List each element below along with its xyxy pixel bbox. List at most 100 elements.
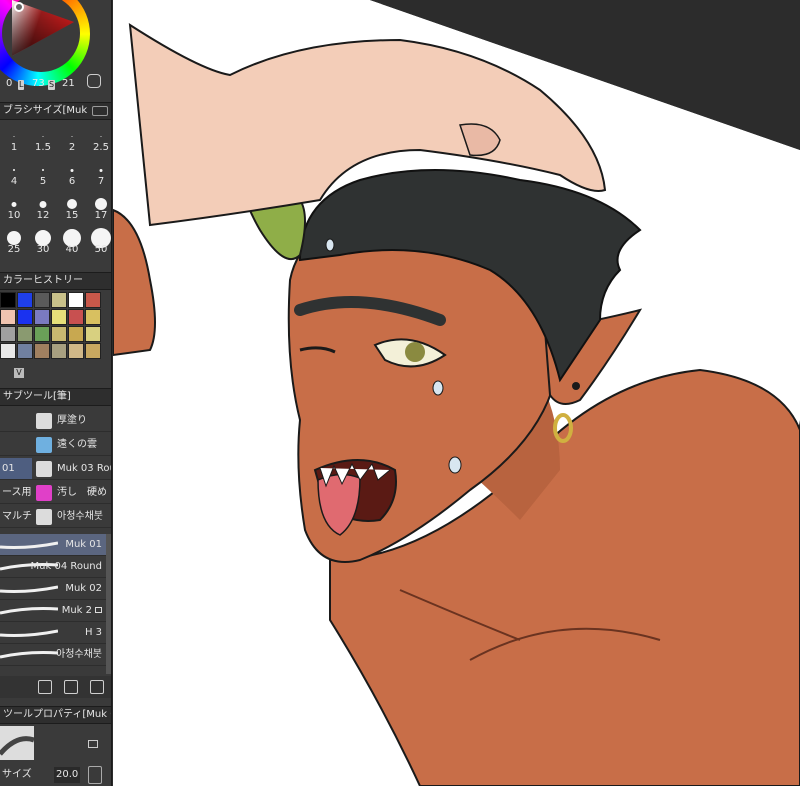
brush-size-cell[interactable]: 25 <box>0 226 28 256</box>
size-label: サイズ <box>2 769 32 780</box>
brush-size-cell[interactable]: 17 <box>87 192 111 222</box>
color-swatch[interactable] <box>34 292 50 308</box>
brush-name-text: Muk 01 <box>65 539 102 550</box>
sub-tool-prefix: マルチ <box>2 511 32 522</box>
brush-size-cell[interactable]: 5 <box>29 158 57 188</box>
size-stepper[interactable] <box>88 766 102 784</box>
sub-tool-prefix <box>0 410 32 431</box>
sweat-drop <box>448 456 462 474</box>
color-swatch[interactable] <box>17 309 33 325</box>
color-swatch[interactable] <box>17 326 33 342</box>
color-swatch[interactable] <box>68 343 84 359</box>
brush-list-item[interactable]: Muk 01 <box>0 534 106 556</box>
brush-size-label: 7 <box>97 176 105 187</box>
brush-name: H 3 <box>85 622 102 644</box>
color-swatch[interactable] <box>68 309 84 325</box>
brush-icon <box>36 461 52 477</box>
brush-size-label: 1.5 <box>35 142 51 153</box>
brush-icon <box>36 509 52 525</box>
brush-size-grid: 1 1.5 2 2.5 4 5 6 7 10 12 15 17 25 30 40 50 <box>0 124 111 264</box>
canvas-area[interactable] <box>113 0 800 786</box>
color-swatch[interactable] <box>17 292 33 308</box>
saturation-value: 73 <box>32 78 45 89</box>
color-swatch[interactable] <box>85 326 101 342</box>
brush-size-label: 5 <box>39 176 47 187</box>
brush-stroke-preview <box>0 651 58 659</box>
color-history-header[interactable]: カラーヒストリー <box>0 272 111 290</box>
wheel-mode-button[interactable] <box>87 74 101 88</box>
brush-size-cell[interactable]: 1.5 <box>29 124 57 154</box>
sub-tool-item[interactable]: 遠くの雲 <box>0 434 111 456</box>
brush-size-label: 10 <box>7 210 21 221</box>
brush-name-text: 아청수채붓 <box>56 649 102 660</box>
brush-size-cell[interactable]: 6 <box>58 158 86 188</box>
brush-size-label: 12 <box>36 210 50 221</box>
brush-dot-icon <box>99 168 103 172</box>
brush-size-label: 15 <box>65 210 79 221</box>
brush-dot-icon <box>42 135 44 137</box>
color-picker-knob[interactable] <box>14 2 24 12</box>
sub-tool-item[interactable]: マルチ 아청수채붓 <box>0 506 111 528</box>
color-swatch[interactable] <box>17 343 33 359</box>
sweat-drop <box>432 380 444 396</box>
brush-size-cell[interactable]: 40 <box>58 226 86 256</box>
color-swatch[interactable] <box>68 292 84 308</box>
brush-list-item[interactable]: Muk 04 Round <box>0 556 106 578</box>
color-swatch[interactable] <box>0 326 16 342</box>
brush-size-label: 40 <box>65 244 79 255</box>
color-swatch[interactable] <box>0 292 16 308</box>
brush-size-cell[interactable]: 50 <box>87 226 111 256</box>
brush-dot-icon <box>13 169 15 171</box>
brush-list-item[interactable]: Muk 2 <box>0 600 106 622</box>
color-swatch[interactable] <box>34 343 50 359</box>
color-swatch[interactable] <box>68 326 84 342</box>
color-swatch[interactable] <box>51 309 67 325</box>
color-swatch[interactable] <box>34 326 50 342</box>
brush-size-label: 2.5 <box>93 142 109 153</box>
illustration <box>113 0 800 786</box>
sub-tool-header[interactable]: サブツール[筆] <box>0 388 111 406</box>
color-swatch[interactable] <box>85 292 101 308</box>
brush-list-item[interactable]: Muk 02 <box>0 578 106 600</box>
brush-size-cell[interactable]: 2.5 <box>87 124 111 154</box>
download-icon[interactable] <box>38 680 52 694</box>
lock-icon[interactable] <box>88 740 98 748</box>
brush-stroke-preview <box>0 629 58 637</box>
color-swatch[interactable] <box>0 309 16 325</box>
sub-tool-item[interactable]: 01 Muk 03 Rou <box>0 458 111 480</box>
color-swatch[interactable] <box>34 309 50 325</box>
color-swatch[interactable] <box>51 326 67 342</box>
color-swatch[interactable] <box>51 343 67 359</box>
brush-size-cell[interactable]: 10 <box>0 192 28 222</box>
earring-stud <box>572 382 580 390</box>
brush-size-cell[interactable]: 1 <box>0 124 28 154</box>
color-swatch[interactable] <box>85 343 101 359</box>
palette-menu-icon[interactable] <box>92 106 108 116</box>
brush-size-cell[interactable]: 15 <box>58 192 86 222</box>
trash-icon[interactable] <box>90 680 104 694</box>
brush-size-cell[interactable]: 12 <box>29 192 57 222</box>
duplicate-icon[interactable] <box>64 680 78 694</box>
color-swatch[interactable] <box>0 343 16 359</box>
brush-size-title: ブラシサイズ[Muk <box>3 105 88 116</box>
brush-stroke-preview <box>0 585 58 593</box>
brush-list-scrollbar[interactable] <box>106 534 111 674</box>
brush-icon <box>36 413 52 429</box>
color-swatch[interactable] <box>85 309 101 325</box>
size-value-field[interactable]: 20.0 <box>54 767 81 783</box>
brush-list-item[interactable]: H 3 <box>0 622 106 644</box>
sub-tool-item[interactable]: ース用 汚し 硬め <box>0 482 111 504</box>
brush-size-header[interactable]: ブラシサイズ[Muk <box>0 102 111 120</box>
brush-size-cell[interactable]: 30 <box>29 226 57 256</box>
brush-size-cell[interactable]: 7 <box>87 158 111 188</box>
tool-property-header[interactable]: ツールプロパティ[Muk 0 <box>0 706 111 724</box>
brush-size-label: 2 <box>68 142 76 153</box>
brush-size-cell[interactable]: 4 <box>0 158 28 188</box>
sub-tool-prefix: 01 <box>0 458 32 479</box>
brush-size-cell[interactable]: 2 <box>58 124 86 154</box>
sub-tool-item[interactable]: 厚塗り <box>0 410 111 432</box>
brush-list-item[interactable]: 아청수채붓 <box>0 644 106 666</box>
sub-tool-prefix <box>0 434 32 455</box>
color-history-title: カラーヒストリー <box>3 275 83 286</box>
color-swatch[interactable] <box>51 292 67 308</box>
